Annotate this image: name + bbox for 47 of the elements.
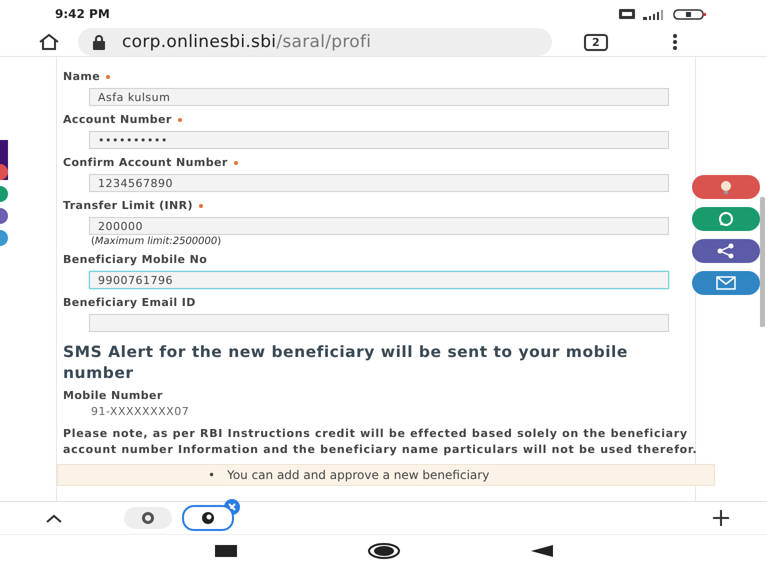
required-marker	[198, 204, 203, 208]
info-item: You can add and approve a new beneficiary	[227, 467, 490, 483]
input-field[interactable]: 9900761796	[89, 271, 669, 289]
mail-button[interactable]	[692, 271, 760, 295]
lock-icon	[92, 34, 106, 50]
field-label: Confirm Account Number	[63, 156, 228, 169]
active-tab-thumbnail[interactable]	[182, 505, 234, 531]
close-icon[interactable]	[224, 499, 240, 515]
address-bar[interactable]: corp.onlinesbi.sbi/saral/profi	[78, 28, 552, 56]
field-label: Mobile Number	[63, 389, 164, 402]
field-label: Account Number	[63, 113, 172, 126]
mobile-number-text: 91-XXXXXXXX07	[91, 405, 190, 418]
required-marker	[234, 160, 238, 164]
chat-button[interactable]	[692, 207, 760, 231]
status-time: 9:42 PM	[55, 7, 110, 21]
input-field[interactable]: Asfa kulsum	[89, 88, 669, 106]
menu-icon[interactable]	[672, 33, 678, 51]
required-marker	[106, 74, 110, 78]
input-field[interactable]: 200000	[89, 217, 669, 235]
back-icon[interactable]	[530, 545, 552, 557]
tab-thumbnail[interactable]	[124, 507, 172, 529]
input-field[interactable]: 1234567890	[89, 174, 669, 192]
signal-icon	[643, 8, 665, 20]
input-field[interactable]: ••••••••••	[89, 131, 669, 149]
share-button[interactable]	[692, 239, 760, 263]
field-label: Name	[63, 70, 100, 83]
chevron-up-icon[interactable]	[44, 512, 64, 524]
field-label: Beneficiary Email ID	[63, 296, 196, 309]
input-field[interactable]	[89, 314, 669, 332]
tab-count-button[interactable]: 2	[584, 34, 608, 50]
network-icon	[619, 9, 635, 19]
home-icon[interactable]	[38, 33, 60, 51]
recents-icon[interactable]	[214, 545, 236, 557]
field-label: Beneficiary Mobile No	[63, 253, 208, 266]
browser-icon	[141, 511, 155, 525]
section-heading: SMS Alert for the new beneficiary will be sent to your mobile number	[63, 342, 629, 384]
required-marker	[178, 118, 182, 122]
plus-icon[interactable]	[711, 508, 731, 528]
home-button-icon[interactable]	[366, 543, 400, 559]
field-hint: (Maximum limit:2500000)	[91, 236, 222, 247]
bullet-marker: •	[208, 467, 216, 483]
field-label: Transfer Limit (INR)	[63, 199, 193, 212]
lightbulb-button[interactable]	[692, 175, 760, 199]
note-paragraph: Please note, as per RBI Instructions credit will be effected based solely on the beneficiary account number Information and the beneficiary name particulars will not be used therefor.	[63, 426, 698, 458]
url-text: corp.onlinesbi.sbi/saral/profi	[122, 32, 372, 52]
browser-icon	[201, 511, 215, 525]
battery-icon	[673, 8, 707, 20]
